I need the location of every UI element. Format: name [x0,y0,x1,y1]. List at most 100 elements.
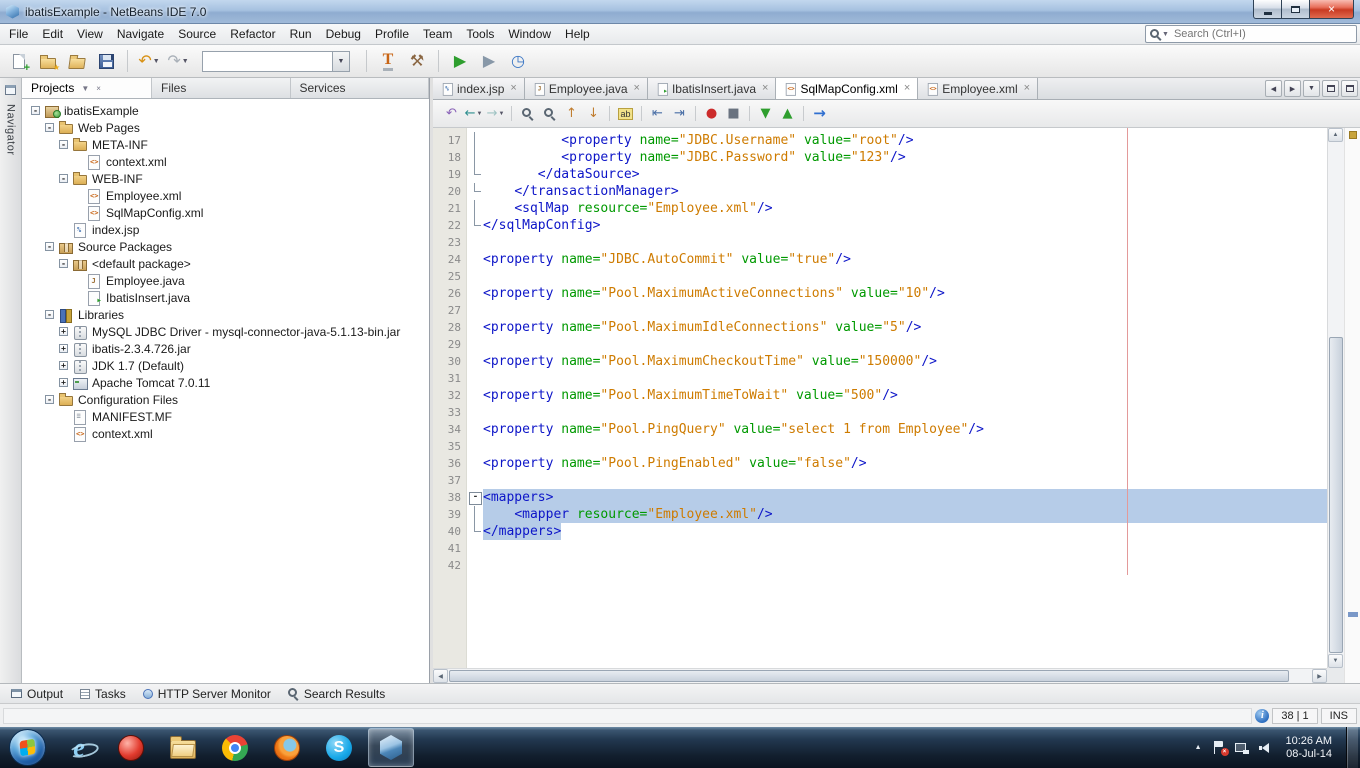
expand-toggle-icon[interactable]: + [58,360,70,372]
taskbar-clock[interactable]: 10:26 AM 08-Jul-14 [1286,735,1332,761]
shift-line-left-button[interactable]: ⇤ [647,103,668,124]
collapse-toggle-icon[interactable]: - [58,173,70,185]
close-tab-icon[interactable]: × [510,83,516,94]
find-selection-button[interactable] [539,103,560,124]
profile-project-button[interactable]: ◷ [505,48,531,74]
line-number[interactable]: 27 [433,302,467,319]
bottom-tab-output[interactable]: Output [3,684,71,703]
panel-tab-projects[interactable]: Projects ▼ × [22,78,152,98]
line-number[interactable]: 33 [433,404,467,421]
collapse-toggle-icon[interactable]: - [58,139,70,151]
line-number[interactable]: 35 [433,438,467,455]
collapse-toggle-icon[interactable]: - [58,258,70,270]
editor-tab-sqlmapconfig-xml[interactable]: SqlMapConfig.xml × [776,78,919,99]
line-number[interactable]: 21 [433,200,467,217]
line-number[interactable]: 40 [433,523,467,540]
expand-toggle-icon[interactable]: + [58,343,70,355]
close-button[interactable]: × [1309,0,1354,19]
line-number[interactable]: 24 [433,251,467,268]
code-text[interactable]: <property name="Pool.PingQuery" value="s… [483,421,984,438]
line-number[interactable]: 23 [433,234,467,251]
collapse-toggle-icon[interactable]: - [30,105,42,117]
tab-list-button[interactable]: ▼ [1303,80,1320,97]
line-number[interactable]: 36 [433,455,467,472]
menu-file[interactable]: File [2,24,35,44]
menu-run[interactable]: Run [283,24,319,44]
close-tab-icon[interactable]: × [762,83,768,94]
find-button[interactable] [517,103,538,124]
search-input[interactable] [1171,27,1352,41]
code-text[interactable]: </dataSource> [483,166,640,183]
expand-all-folds-button[interactable]: ▲ [777,103,798,124]
horizontal-scroll-thumb[interactable] [449,670,1289,682]
editor-tab-employee-xml[interactable]: Employee.xml × [918,78,1039,99]
menu-navigate[interactable]: Navigate [110,24,171,44]
tree-node-jdk-1-7-default[interactable]: + JDK 1.7 (Default) [22,357,429,374]
tree-node-sqlmapconfig-xml[interactable]: SqlMapConfig.xml [22,204,429,221]
menu-source[interactable]: Source [171,24,223,44]
line-number[interactable]: 26 [433,285,467,302]
selection-mark[interactable] [1348,612,1358,617]
menu-profile[interactable]: Profile [368,24,416,44]
taskbar-internet-explorer[interactable]: e [56,728,102,767]
line-number[interactable]: 29 [433,336,467,353]
new-file-button[interactable] [6,48,32,74]
collapse-toggle-icon[interactable]: - [44,241,56,253]
volume-icon[interactable] [1258,742,1272,754]
code-text[interactable]: <property name="Pool.MaximumCheckoutTime… [483,353,937,370]
menu-edit[interactable]: Edit [35,24,70,44]
tree-node-employee-xml[interactable]: Employee.xml [22,187,429,204]
tree-node-employee-java[interactable]: Employee.java [22,272,429,289]
tree-node-ibatis-2-3-4-726-jar[interactable]: + ibatis-2.3.4.726.jar [22,340,429,357]
vertical-scroll-thumb[interactable] [1329,337,1343,653]
tree-node-web-pages[interactable]: - Web Pages [22,119,429,136]
taskbar-chrome[interactable] [212,728,258,767]
back-button[interactable]: ← ▼ [463,103,484,124]
tree-node-context-xml[interactable]: context.xml [22,425,429,442]
code-text[interactable]: <property name="JDBC.Password" value="12… [483,149,905,166]
open-project-button[interactable] [64,48,90,74]
menu-tools[interactable]: Tools [459,24,501,44]
close-tab-icon[interactable]: × [1024,83,1030,94]
tree-node-default-package[interactable]: - <default package> [22,255,429,272]
menu-help[interactable]: Help [558,24,597,44]
panel-tab-services[interactable]: Services [290,78,429,98]
vertical-scrollbar[interactable]: ▲ ▼ [1327,128,1344,668]
line-number[interactable]: 39 [433,506,467,523]
code-text[interactable]: </mappers> [483,523,562,540]
code-text[interactable]: <mappers> [483,489,554,506]
maximize-button[interactable] [1282,0,1309,19]
editor-tab-employee-java[interactable]: Employee.java × [524,78,648,99]
code-text[interactable]: <property name="JDBC.Username" value="ro… [483,132,913,149]
tree-node-ibatisexample[interactable]: - ibatisExample [22,102,429,119]
line-number[interactable]: 30 [433,353,467,370]
taskbar-start-button[interactable] [4,728,50,767]
menu-view[interactable]: View [70,24,110,44]
tree-node-configuration-files[interactable]: - Configuration Files [22,391,429,408]
scroll-right-button[interactable]: ▶ [1312,669,1327,683]
scroll-down-button[interactable]: ▼ [1328,654,1343,668]
start-macro-recording-button[interactable]: ● [701,103,722,124]
panel-tab-files[interactable]: Files [152,78,291,98]
scroll-up-button[interactable]: ▲ [1328,128,1343,142]
tree-node-context-xml[interactable]: context.xml [22,153,429,170]
bottom-tab-http-server-monitor[interactable]: HTTP Server Monitor [135,684,279,703]
expand-toggle-icon[interactable]: + [58,377,70,389]
run-to-cursor-button[interactable]: → [809,103,830,124]
code-text[interactable]: <property name="Pool.MaximumActiveConnec… [483,285,945,302]
minimize-button[interactable] [1253,0,1282,19]
scroll-tabs-left-button[interactable]: ◀ [1265,80,1282,97]
taskbar-skype[interactable]: S [316,728,362,767]
action-center-icon[interactable]: × [1212,741,1229,756]
menu-team[interactable]: Team [416,24,459,44]
line-number[interactable]: 20 [433,183,467,200]
line-number[interactable]: 31 [433,370,467,387]
tree-node-source-packages[interactable]: - Source Packages [22,238,429,255]
collapse-toggle-icon[interactable]: - [44,122,56,134]
title-bar[interactable]: ibatisExample - NetBeans IDE 7.0 × [0,0,1360,24]
line-number[interactable]: 25 [433,268,467,285]
show-hidden-icons-icon[interactable]: ▲ [1195,744,1202,751]
tree-node-ibatisinsert-java[interactable]: IbatisInsert.java [22,289,429,306]
collapse-all-folds-button[interactable]: ▼ [755,103,776,124]
tree-node-meta-inf[interactable]: - META-INF [22,136,429,153]
